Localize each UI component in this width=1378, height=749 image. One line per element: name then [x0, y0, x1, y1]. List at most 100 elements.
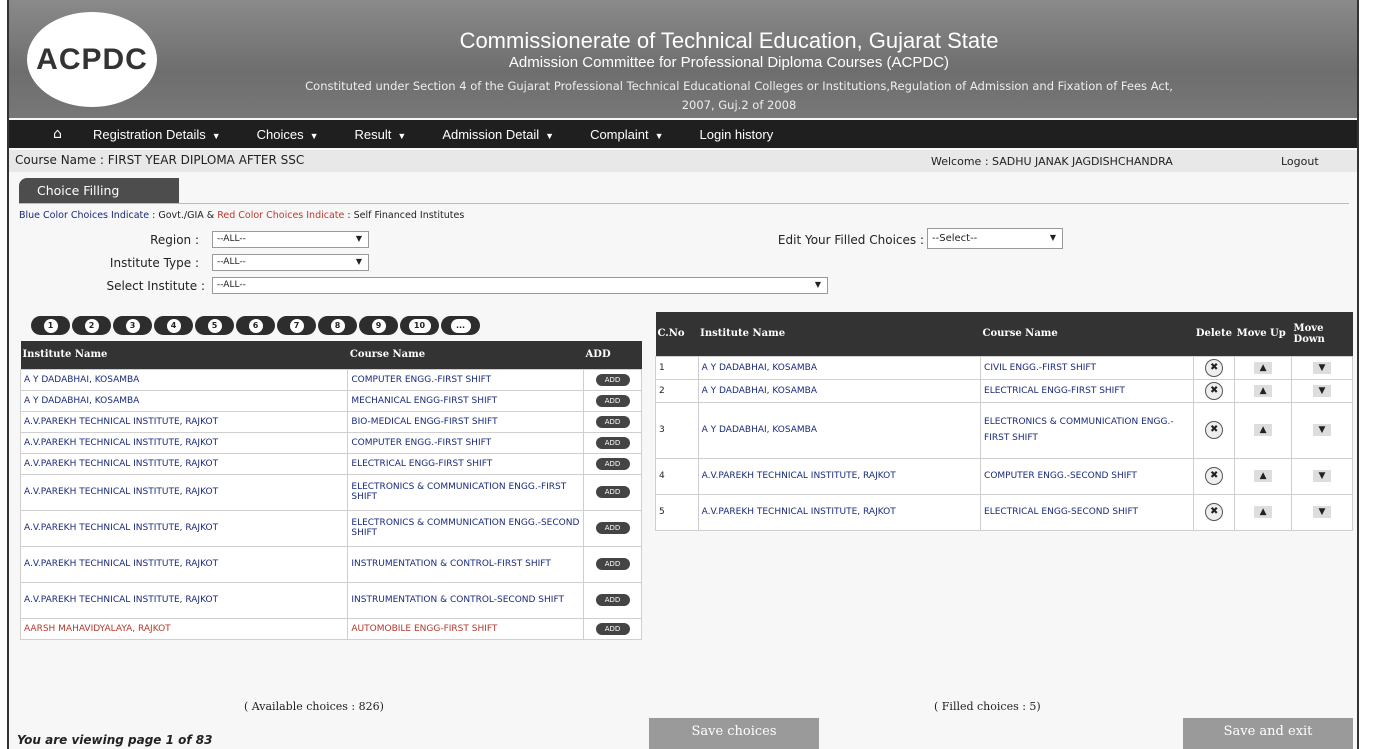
save-and-exit-button[interactable]: Save and exit — [1183, 718, 1353, 749]
table-row: AARSH MAHAVIDYALAYA, RAJKOT AUTOMOBILE E… — [19, 617, 642, 640]
institute-cell: A.V.PAREKH TECHNICAL INSTITUTE, RAJKOT — [19, 431, 349, 454]
page-button-more[interactable]: ... — [441, 316, 480, 335]
delete-icon[interactable]: ✖ — [1205, 503, 1224, 521]
chevron-down-icon: ▼ — [654, 130, 664, 141]
nav-login-history[interactable]: Login history — [700, 127, 774, 142]
chevron-down-icon: ▼ — [211, 130, 221, 141]
acpdc-logo: ACPDC — [27, 12, 157, 107]
page-button-2[interactable]: 2 — [72, 316, 111, 335]
institute-cell: A.V.PAREKH TECHNICAL INSTITUTE, RAJKOT — [19, 509, 349, 547]
pagination: 1 2 3 4 5 6 7 8 9 10 ... — [31, 316, 480, 335]
course-cell: COMPUTER ENGG.-FIRST SHIFT — [347, 431, 585, 454]
arrow-up-icon[interactable]: ▲ — [1254, 470, 1273, 482]
page-button-5[interactable]: 5 — [195, 316, 234, 335]
arrow-up-icon[interactable]: ▲ — [1254, 424, 1273, 436]
arrow-down-icon[interactable]: ▼ — [1313, 361, 1331, 374]
act-line-2: 2007, Guj.2 of 2008 — [681, 98, 797, 112]
page-button-3[interactable]: 3 — [113, 316, 152, 335]
page-button-10[interactable]: 10 — [400, 316, 439, 335]
table-row: A Y DADABHAI, KOSAMBA COMPUTER ENGG.-FIR… — [19, 368, 642, 391]
nav-choices[interactable]: Choices ▼ — [257, 127, 319, 142]
filled-choices-table: C.No Institute Name Course Name Delete M… — [655, 312, 1353, 531]
table-row: 1 A Y DADABHAI, KOSAMBA CIVIL ENGG.-FIRS… — [655, 355, 1353, 380]
course-cell: ELECTRONICS & COMMUNICATION ENGG.-FIRST … — [980, 401, 1195, 459]
course-cell: MECHANICAL ENGG-FIRST SHIFT — [347, 389, 585, 412]
col-cno: C.No — [655, 312, 699, 356]
delete-icon[interactable]: ✖ — [1205, 421, 1224, 439]
add-choice-button[interactable]: ADD — [595, 486, 630, 498]
act-text: Constituted under Section 4 of the Gujar… — [179, 77, 1299, 115]
select-institute-label: Select Institute : — [106, 279, 205, 293]
add-choice-button[interactable]: ADD — [595, 457, 630, 470]
page-button-7[interactable]: 7 — [277, 316, 316, 335]
add-choice-button[interactable]: ADD — [595, 373, 630, 386]
course-name: Course Name : FIRST YEAR DIPLOMA AFTER S… — [15, 153, 305, 167]
course-cell: ELECTRICAL ENGG-FIRST SHIFT — [980, 378, 1195, 403]
course-cell: BIO-MEDICAL ENGG-FIRST SHIFT — [347, 410, 585, 433]
add-choice-button[interactable]: ADD — [595, 394, 630, 407]
nav-complaint[interactable]: Complaint ▼ — [590, 127, 663, 142]
available-count: ( Available choices : 826) — [244, 700, 384, 713]
add-choice-button[interactable]: ADD — [595, 558, 630, 570]
save-choices-button[interactable]: Save choices — [649, 718, 819, 749]
arrow-down-icon[interactable]: ▼ — [1313, 424, 1331, 436]
course-cell: COMPUTER ENGG.-FIRST SHIFT — [347, 368, 585, 391]
course-cell: INSTRUMENTATION & CONTROL-FIRST SHIFT — [347, 545, 585, 583]
col-institute-name: Institute Name — [20, 341, 348, 369]
site-header: ACPDC Commissionerate of Technical Educa… — [9, 0, 1357, 118]
table-row: A.V.PAREKH TECHNICAL INSTITUTE, RAJKOT E… — [19, 473, 642, 511]
arrow-up-icon[interactable]: ▲ — [1254, 361, 1273, 374]
arrow-down-icon[interactable]: ▼ — [1313, 470, 1331, 482]
logout-link[interactable]: Logout — [1281, 155, 1319, 168]
color-legend: Blue Color Choices Indicate : Govt./GIA … — [19, 210, 464, 221]
add-choice-button[interactable]: ADD — [595, 594, 630, 606]
page-button-9[interactable]: 9 — [359, 316, 398, 335]
tab-choice-filling[interactable]: Choice Filling — [19, 178, 179, 204]
delete-icon[interactable]: ✖ — [1205, 358, 1224, 377]
legend-red-value: : Self Financed Institutes — [344, 210, 465, 221]
institute-select[interactable]: --ALL-- ▼ — [212, 277, 828, 294]
table-row: 4 A.V.PAREKH TECHNICAL INSTITUTE, RAJKOT… — [655, 457, 1353, 495]
add-choice-button[interactable]: ADD — [595, 622, 630, 635]
nav-result[interactable]: Result ▼ — [355, 127, 407, 142]
edit-choices-select[interactable]: --Select-- ▼ — [927, 228, 1063, 249]
info-bar: Course Name : FIRST YEAR DIPLOMA AFTER S… — [9, 150, 1357, 172]
institute-cell: A.V.PAREKH TECHNICAL INSTITUTE, RAJKOT — [19, 473, 349, 511]
add-choice-button[interactable]: ADD — [595, 522, 630, 534]
cno-cell: 3 — [655, 401, 699, 459]
nav-registration-details[interactable]: Registration Details ▼ — [93, 127, 221, 142]
course-cell: ELECTRICAL ENGG-SECOND SHIFT — [980, 493, 1195, 531]
filled-count: ( Filled choices : 5) — [934, 700, 1041, 713]
region-select[interactable]: --ALL-- ▼ — [212, 231, 369, 248]
page-button-1[interactable]: 1 — [31, 316, 70, 335]
table-row: A.V.PAREKH TECHNICAL INSTITUTE, RAJKOT I… — [19, 545, 642, 583]
legend-blue-value: : Govt./GIA & — [149, 210, 218, 221]
delete-icon[interactable]: ✖ — [1205, 381, 1224, 400]
add-choice-button[interactable]: ADD — [595, 436, 630, 449]
table-row: A.V.PAREKH TECHNICAL INSTITUTE, RAJKOT E… — [19, 452, 642, 475]
course-cell: ELECTRONICS & COMMUNICATION ENGG.-FIRST … — [347, 473, 585, 511]
col-institute-name: Institute Name — [698, 312, 981, 356]
col-move-up: Move Up — [1234, 312, 1292, 356]
arrow-down-icon[interactable]: ▼ — [1313, 384, 1331, 397]
course-cell: ELECTRONICS & COMMUNICATION ENGG.-SECOND… — [347, 509, 585, 547]
page-button-8[interactable]: 8 — [318, 316, 357, 335]
legend-red-label: Red Color Choices Indicate — [217, 210, 345, 221]
region-label: Region : — [150, 233, 199, 247]
chevron-down-icon: ▼ — [355, 234, 362, 243]
home-icon[interactable]: ⌂ — [53, 126, 93, 142]
page-button-6[interactable]: 6 — [236, 316, 275, 335]
cno-cell: 1 — [655, 355, 699, 380]
page-button-4[interactable]: 4 — [154, 316, 193, 335]
delete-icon[interactable]: ✖ — [1205, 467, 1224, 485]
site-title: Commissionerate of Technical Education, … — [459, 28, 999, 53]
table-row: A.V.PAREKH TECHNICAL INSTITUTE, RAJKOT C… — [19, 431, 642, 454]
arrow-up-icon[interactable]: ▲ — [1254, 384, 1273, 397]
logo-text: ACPDC — [36, 42, 148, 76]
arrow-up-icon[interactable]: ▲ — [1254, 506, 1273, 518]
add-choice-button[interactable]: ADD — [595, 415, 630, 428]
arrow-down-icon[interactable]: ▼ — [1313, 506, 1331, 518]
institute-type-select[interactable]: --ALL-- ▼ — [212, 254, 369, 271]
table-row: A.V.PAREKH TECHNICAL INSTITUTE, RAJKOT I… — [19, 581, 642, 619]
nav-admission-detail[interactable]: Admission Detail ▼ — [442, 127, 554, 142]
